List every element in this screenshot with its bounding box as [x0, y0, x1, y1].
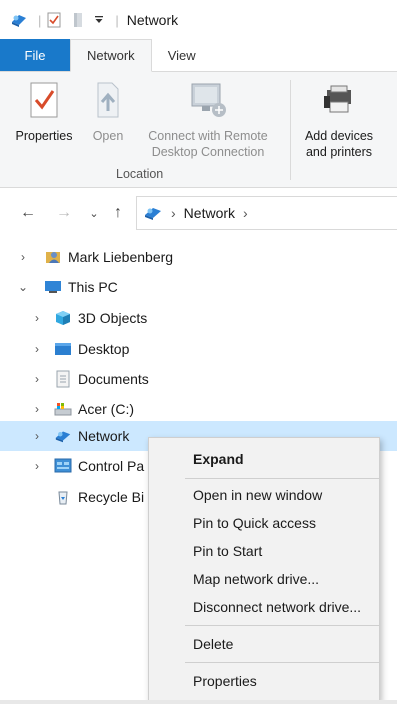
ribbon-tabs: File Network View: [0, 39, 397, 72]
back-arrow-icon[interactable]: ←: [16, 204, 40, 222]
open-button[interactable]: Open: [86, 78, 130, 144]
breadcrumb-chevron-end-icon[interactable]: ›: [243, 205, 248, 221]
new-folder-icon[interactable]: [69, 11, 87, 29]
remote-desktop-label-line2: Desktop Connection: [151, 145, 265, 159]
navigation-bar: ← → ⌄ ↑ › Network ›: [0, 196, 397, 230]
documents-icon: [54, 370, 72, 388]
user-folder-icon: [44, 248, 62, 266]
desktop-icon: [54, 340, 72, 358]
3d-objects-icon: [54, 309, 72, 327]
tree-item-this-pc[interactable]: ⌄ This PC: [0, 272, 397, 302]
expand-chevron-icon[interactable]: ›: [30, 372, 44, 386]
remote-desktop-label-line1: Connect with Remote: [148, 129, 268, 143]
address-network-icon: [143, 205, 163, 221]
tree-item-label: Documents: [78, 371, 149, 387]
printer-icon: [319, 78, 359, 122]
tab-network[interactable]: Network: [70, 39, 152, 72]
menu-item-expand[interactable]: Expand: [149, 445, 379, 473]
tab-view[interactable]: View: [152, 39, 212, 71]
breadcrumb-network[interactable]: Network: [184, 205, 235, 221]
up-arrow-icon[interactable]: ↑: [106, 204, 130, 222]
bottom-edge: [0, 700, 397, 704]
collapse-chevron-icon[interactable]: ⌄: [16, 280, 30, 294]
group-location-label: Location: [116, 167, 164, 181]
tree-item-label: Desktop: [78, 341, 130, 357]
menu-item-open-new-window[interactable]: Open in new window: [149, 481, 379, 509]
this-pc-icon: [44, 278, 62, 296]
menu-separator: [185, 625, 379, 626]
menu-item-delete[interactable]: Delete: [149, 630, 379, 658]
menu-item-disconnect-network-drive[interactable]: Disconnect network drive...: [149, 593, 379, 621]
add-devices-button[interactable]: Add devices and printers: [296, 78, 382, 160]
open-label: Open: [92, 129, 124, 143]
tree-item-label: 3D Objects: [78, 310, 148, 326]
expand-chevron-icon[interactable]: ›: [30, 311, 44, 325]
context-menu: Expand Open in new window Pin to Quick a…: [148, 437, 380, 701]
tree-item-3d-objects[interactable]: › 3D Objects: [0, 303, 397, 333]
ribbon-divider: [290, 80, 291, 180]
tree-item-label: Mark Liebenberg: [68, 249, 174, 265]
drive-icon: [54, 400, 72, 418]
menu-separator: [185, 662, 379, 663]
properties-icon: [24, 78, 64, 122]
tree-item-documents[interactable]: › Documents: [0, 364, 397, 394]
menu-separator: [185, 478, 379, 479]
tree-item-acer-c[interactable]: › Acer (C:): [0, 394, 397, 424]
address-box[interactable]: › Network ›: [136, 196, 397, 230]
tree-item-label: Recycle Bi: [78, 489, 145, 505]
expand-chevron-icon[interactable]: ›: [16, 250, 30, 264]
title-separator-2: |: [115, 12, 119, 28]
menu-item-pin-start[interactable]: Pin to Start: [149, 537, 379, 565]
recycle-bin-icon: [54, 488, 72, 506]
tree-item-label: Acer (C:): [78, 401, 134, 417]
tree-item-label: Network: [78, 428, 130, 444]
recent-locations-chevron-icon[interactable]: ⌄: [82, 207, 106, 220]
properties-label: Properties: [15, 129, 73, 143]
expand-chevron-icon[interactable]: ›: [30, 429, 44, 443]
remote-desktop-button[interactable]: Connect with Remote Desktop Connection: [136, 78, 280, 160]
tree-item-desktop[interactable]: › Desktop: [0, 334, 397, 364]
breadcrumb-chevron-icon[interactable]: ›: [171, 205, 176, 221]
control-panel-icon: [54, 457, 72, 475]
menu-item-properties[interactable]: Properties: [149, 667, 379, 695]
tab-file[interactable]: File: [0, 39, 70, 71]
tree-item-label: This PC: [68, 279, 118, 295]
title-bar: | | Network: [0, 0, 397, 40]
expand-chevron-icon[interactable]: ›: [30, 342, 44, 356]
add-devices-label-line1: Add devices: [304, 129, 374, 143]
network-icon: [54, 427, 72, 445]
tree-item-mark-liebenberg[interactable]: › Mark Liebenberg: [0, 242, 397, 272]
expand-chevron-icon[interactable]: ›: [30, 402, 44, 416]
open-icon: [88, 78, 128, 122]
remote-desktop-icon: [188, 78, 228, 122]
menu-item-map-network-drive[interactable]: Map network drive...: [149, 565, 379, 593]
ribbon: Properties Open Connect with Remote Desk…: [0, 72, 397, 188]
properties-button[interactable]: Properties: [8, 78, 80, 144]
network-app-icon[interactable]: [10, 11, 28, 29]
customize-dropdown-icon[interactable]: [93, 11, 105, 29]
menu-item-pin-quick-access[interactable]: Pin to Quick access: [149, 509, 379, 537]
tree-item-label: Control Pa: [78, 458, 145, 474]
expand-chevron-icon[interactable]: ›: [30, 459, 44, 473]
title-separator: |: [38, 12, 42, 28]
forward-arrow-icon[interactable]: →: [52, 204, 76, 222]
properties-check-icon[interactable]: [45, 11, 63, 29]
add-devices-label-line2: and printers: [305, 145, 372, 159]
window-title: Network: [126, 12, 179, 28]
